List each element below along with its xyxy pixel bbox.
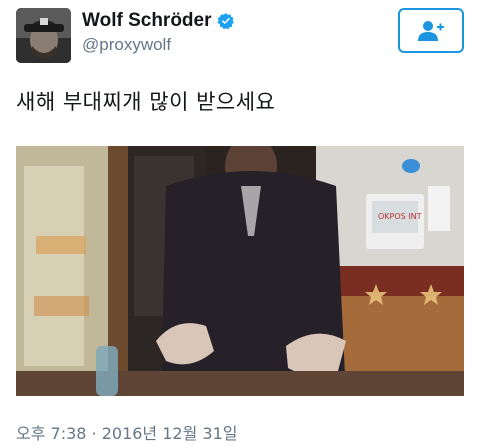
user-handle[interactable]: @proxywolf	[82, 35, 171, 55]
tweet-text: 새해 부대찌개 많이 받으세요	[16, 90, 276, 114]
media-image: OKPOS INT	[16, 146, 464, 396]
avatar[interactable]	[16, 8, 71, 63]
avatar-image	[16, 8, 71, 63]
user-name-row: Wolf Schröder	[82, 10, 235, 32]
tweet-media[interactable]: OKPOS INT	[16, 146, 464, 396]
verified-badge-icon	[216, 13, 234, 30]
add-user-icon	[418, 20, 444, 41]
follow-button[interactable]	[398, 8, 464, 53]
tweet-timestamp[interactable]: 오후 7:38 · 2016년 12월 31일	[16, 420, 237, 444]
display-name[interactable]: Wolf Schröder	[82, 10, 212, 32]
pos-sign-text: OKPOS INT	[378, 212, 422, 221]
